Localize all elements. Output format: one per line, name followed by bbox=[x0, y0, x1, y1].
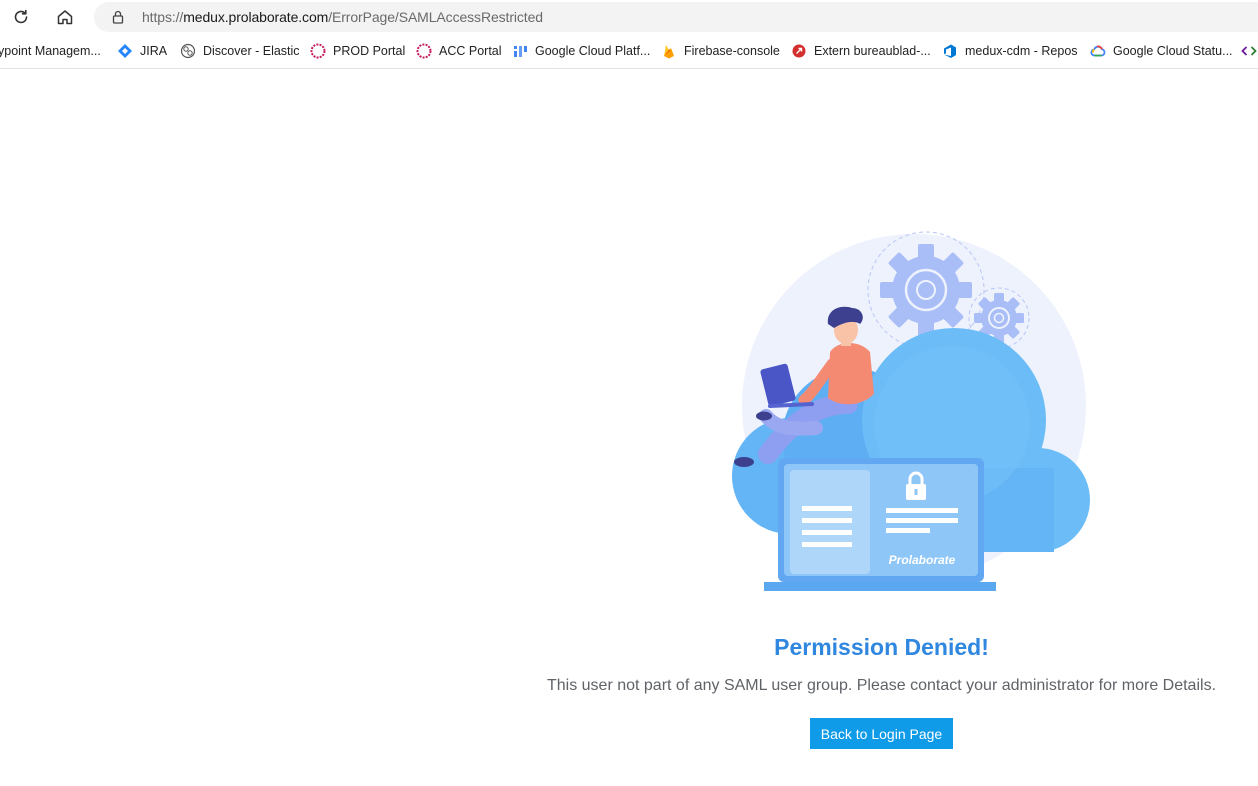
large-gear-icon bbox=[880, 244, 972, 336]
address-bar[interactable]: https://medux.prolaborate.com/ErrorPage/… bbox=[94, 2, 1258, 32]
firebase-icon bbox=[661, 43, 677, 59]
bookmark-label: ypoint Managem... bbox=[0, 44, 101, 58]
bookmark-prod-portal[interactable]: PROD Portal bbox=[310, 41, 405, 61]
permission-denied-illustration: Prolaborate bbox=[720, 228, 1100, 598]
bookmark-anypoint[interactable]: ypoint Managem... bbox=[0, 41, 101, 61]
home-button[interactable] bbox=[50, 3, 80, 31]
jira-icon bbox=[117, 43, 133, 59]
url-scheme: https:// bbox=[142, 9, 184, 25]
bookmark-acc-portal[interactable]: ACC Portal bbox=[416, 41, 502, 61]
portal-icon bbox=[416, 43, 432, 59]
bookmark-label: ACC Portal bbox=[439, 44, 502, 58]
bookmark-label: Firebase-console bbox=[684, 44, 780, 58]
bookmark-label: Extern bureaublad-... bbox=[814, 44, 931, 58]
browser-toolbar: https://medux.prolaborate.com/ErrorPage/… bbox=[0, 0, 1258, 34]
bookmark-google-cloud-platform[interactable]: Google Cloud Platf... bbox=[512, 41, 650, 61]
bookmark-firebase-console[interactable]: Firebase-console bbox=[661, 41, 780, 61]
extern-icon bbox=[791, 43, 807, 59]
bookmark-jira[interactable]: JIRA bbox=[117, 41, 167, 61]
google-cloud-icon bbox=[1090, 43, 1106, 59]
reload-icon bbox=[14, 9, 28, 24]
bookmark-label: JIRA bbox=[140, 44, 168, 58]
bookmark-label: PROD Portal bbox=[333, 44, 406, 58]
bookmark-label: Google Cloud Platf... bbox=[535, 44, 651, 58]
url-path: /ErrorPage/SAMLAccessRestricted bbox=[328, 9, 543, 25]
elastic-icon bbox=[180, 43, 196, 59]
portal-icon bbox=[310, 43, 326, 59]
url-host: medux.prolaborate.com bbox=[183, 9, 329, 25]
reload-button[interactable] bbox=[6, 3, 36, 31]
locked-screen: Prolaborate bbox=[764, 458, 996, 591]
bookmark-label: Discover - Elastic bbox=[203, 44, 300, 58]
bookmark-discover-elastic[interactable]: Discover - Elastic bbox=[180, 41, 300, 61]
url-text[interactable]: https://medux.prolaborate.com/ErrorPage/… bbox=[142, 9, 543, 25]
error-message: This user not part of any SAML user grou… bbox=[546, 677, 1217, 694]
bookmark-google-cloud-status[interactable]: Google Cloud Statu... bbox=[1090, 41, 1233, 61]
page-title: Permission Denied! bbox=[774, 634, 989, 660]
code-icon bbox=[1241, 43, 1257, 59]
bookmark-overflow[interactable] bbox=[1241, 41, 1258, 61]
bookmarks-bar: ypoint Managem... JIRA Discover - Elasti… bbox=[0, 34, 1258, 69]
bookmark-label: medux-cdm - Repos bbox=[965, 44, 1078, 58]
lock-icon[interactable] bbox=[110, 9, 126, 25]
bookmark-label: Google Cloud Statu... bbox=[1113, 44, 1233, 58]
bookmark-extern-bureaublad[interactable]: Extern bureaublad-... bbox=[791, 41, 931, 61]
home-icon bbox=[57, 10, 73, 25]
azure-repos-icon bbox=[942, 43, 958, 59]
gcp-icon bbox=[512, 43, 528, 59]
bookmark-medux-cdm-repos[interactable]: medux-cdm - Repos bbox=[942, 41, 1078, 61]
illustration-brand: Prolaborate bbox=[889, 553, 956, 567]
back-to-login-button[interactable]: Back to Login Page bbox=[810, 718, 953, 749]
